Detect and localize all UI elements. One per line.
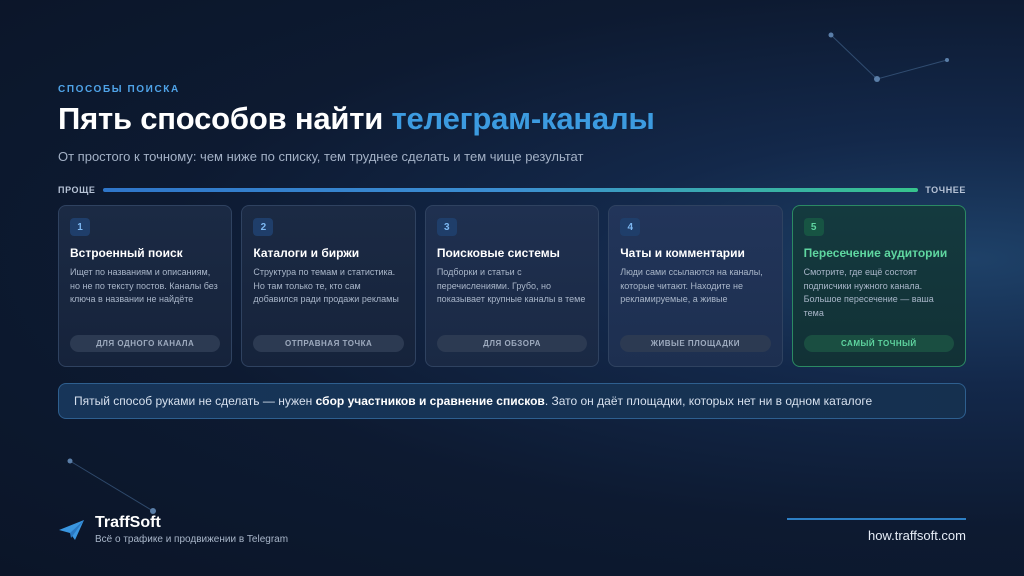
card-tag: ДЛЯ ОБЗОРА [436,335,588,352]
card-number: 2 [253,218,274,236]
card-description: Люди сами ссылаются на каналы, которые ч… [620,267,763,305]
scale-right-label: ТОЧНЕЕ [925,185,966,195]
title-accent: телеграм-каналы [391,101,655,136]
paper-plane-icon [59,519,84,540]
card-number: 1 [70,218,90,236]
brand-tagline: Всё о трафике и продвижении в Telegram [95,534,289,545]
eyebrow-label: СПОСОБЫ ПОИСКА [58,84,180,95]
card-description: Ищет по названиям и описаниям, но не по … [70,267,218,305]
card-description: Структура по темам и статистика. Но там … [253,267,399,305]
page-title: Пять способов найти телеграм-каналы [58,101,655,137]
method-card-chats: 4 Чаты и комментарии Люди сами ссылаются… [608,205,783,367]
brand-block: TraffSoft Всё о трафике и продвижении в … [58,514,288,545]
card-title: Встроенный поиск [70,246,183,260]
card-number: 3 [436,218,457,236]
card-tag: ОТПРАВНАЯ ТОЧКА [253,335,404,352]
card-title: Пересечение аудитории [803,246,948,260]
method-card-builtin-search: 1 Встроенный поиск Ищет по названиям и о… [58,205,233,367]
card-tag: ЖИВЫЕ ПЛОЩАДКИ [620,335,771,352]
card-title: Каталоги и биржи [253,246,360,260]
scale-left-label: ПРОЩЕ [58,185,96,195]
card-number: 5 [803,218,824,236]
callout-text-bold: сбор участников и сравнение списков [315,394,545,408]
card-description: Подборки и статьи с перечислениями. Груб… [436,267,586,305]
method-card-search-engines: 3 Поисковые системы Подборки и статьи с … [424,205,600,367]
footer-divider [787,518,966,520]
card-number: 4 [620,218,641,236]
card-tag: ДЛЯ ОДНОГО КАНАЛА [70,335,221,352]
footer-url: how.traffsoft.com [867,528,966,543]
card-description: Смотрите, где ещё состоят подписчики нуж… [803,267,934,318]
method-card-audience-overlap: 5 Пересечение аудитории Смотрите, где ещ… [791,205,967,367]
card-title: Поисковые системы [436,246,560,260]
callout-text-end: . Зато он даёт площадки, которых нет ни … [544,394,873,408]
callout-note: Пятый способ руками не сделать — нужен с… [58,383,966,419]
page-subtitle: От простого к точному: чем ниже по списк… [58,149,584,164]
title-main: Пять способов найти [58,101,392,136]
card-tag: САМЫЙ ТОЧНЫЙ [803,335,955,352]
brand-name: TraffSoft [95,514,161,531]
callout-text-start: Пятый способ руками не сделать — нужен [74,394,313,408]
difficulty-scale-bar [103,188,918,192]
card-title: Чаты и комментарии [620,246,745,260]
method-card-catalogs: 2 Каталоги и биржи Структура по темам и … [241,205,416,367]
methods-cards: 1 Встроенный поиск Ищет по названиям и о… [58,205,967,367]
